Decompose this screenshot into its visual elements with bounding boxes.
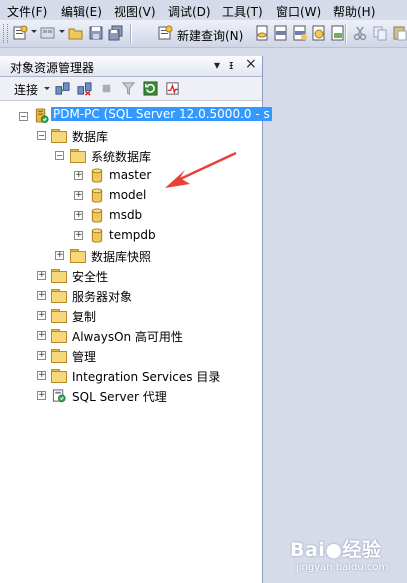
watermark-url: jingyan.baidu.com <box>296 562 389 573</box>
paw-icon: ● <box>325 539 343 561</box>
ssms-window: 文件(F) 编辑(E) 视图(V) 调试(D) 工具(T) 窗口(W) 帮助(H… <box>0 0 407 583</box>
watermark-brand: Bai <box>290 539 326 561</box>
annotation-arrow-icon <box>165 151 237 188</box>
watermark-logo: Bai●经验 <box>290 535 381 562</box>
watermark-brand-suffix: 经验 <box>342 539 382 561</box>
